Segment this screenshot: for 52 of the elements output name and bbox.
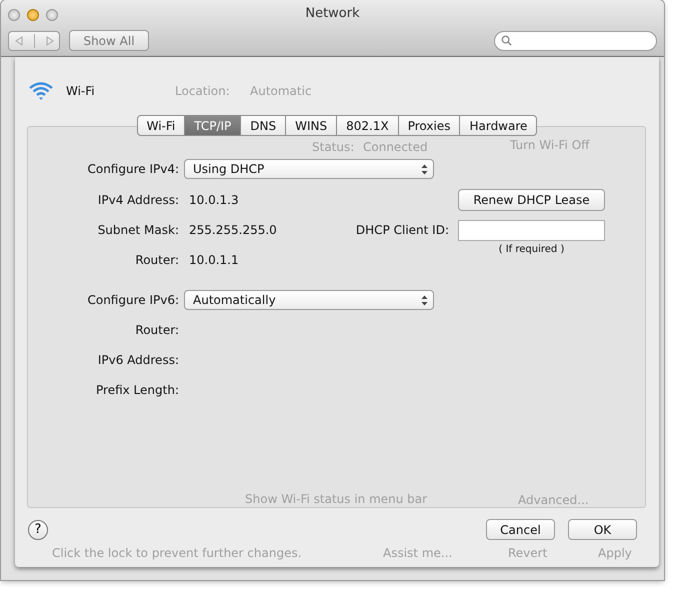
field-label: IPv4 Address: [96, 193, 179, 207]
faded-background-text: Connected [363, 140, 428, 154]
faded-background-text: Turn Wi-Fi Off [510, 138, 590, 152]
forward-icon[interactable] [46, 36, 54, 46]
faded-background-text: Status: [312, 140, 354, 154]
dialog-button[interactable]: Cancel [486, 519, 555, 540]
configure-ipv6-popup[interactable]: Automatically [184, 290, 434, 310]
search-icon [501, 35, 512, 46]
faded-background-text: Show Wi-Fi status in menu bar [245, 492, 428, 506]
tab[interactable]: Hardware [460, 115, 538, 136]
field-value: 10.0.1.1 [189, 253, 240, 267]
close-button[interactable] [8, 9, 20, 21]
updown-arrows-icon [421, 164, 428, 174]
zoom-button[interactable] [46, 9, 58, 21]
help-button[interactable]: ? [28, 520, 48, 540]
search-field[interactable] [494, 30, 657, 50]
field-value: 255.255.255.0 [189, 223, 278, 237]
faded-background-text: Apply [598, 546, 632, 560]
minimize-button[interactable] [27, 9, 39, 21]
tab[interactable]: DNS [241, 115, 286, 136]
field-label: Subnet Mask: [96, 223, 179, 237]
faded-background-text: Automatic [250, 84, 312, 98]
faded-background-text: Revert [508, 546, 548, 560]
field-label: Router: [134, 323, 179, 337]
wifi-icon [28, 80, 54, 102]
faded-background-text: Advanced... [518, 493, 589, 507]
back-forward-control[interactable] [8, 30, 60, 50]
field-label: Prefix Length: [95, 383, 179, 397]
window-title: Network [305, 5, 360, 22]
dialog-button[interactable]: OK [568, 519, 637, 540]
field-label: DHCP Client ID: [354, 223, 449, 237]
service-name: Wi-Fi [66, 84, 95, 98]
field-hint: ( If required ) [498, 244, 566, 255]
tab[interactable]: TCP/IP [185, 115, 242, 136]
faded-background-text: Location: [175, 84, 230, 98]
field-label: Configure IPv6: [86, 293, 179, 307]
field-label: Configure IPv4: [86, 162, 179, 176]
field-label: IPv6 Address: [96, 353, 179, 367]
renew-dhcp-lease-button[interactable]: Renew DHCP Lease [458, 189, 605, 211]
faded-background-text: Assist me... [383, 546, 452, 560]
tab[interactable]: 802.1X [337, 115, 399, 136]
tab[interactable]: WINS [286, 115, 338, 136]
field-value: 10.0.1.3 [189, 193, 240, 207]
configure-ipv4-popup[interactable]: Using DHCP [184, 159, 434, 179]
faded-background-text: Click the lock to prevent further changes. [52, 546, 302, 560]
dhcp-client-id-field[interactable] [458, 220, 605, 240]
show-all-button[interactable]: Show All [69, 30, 149, 51]
field-label: Router: [134, 253, 179, 267]
back-icon[interactable] [14, 36, 22, 46]
tab[interactable]: Wi-Fi [136, 115, 186, 136]
updown-arrows-icon [421, 294, 428, 306]
tab[interactable]: Proxies [398, 115, 460, 136]
